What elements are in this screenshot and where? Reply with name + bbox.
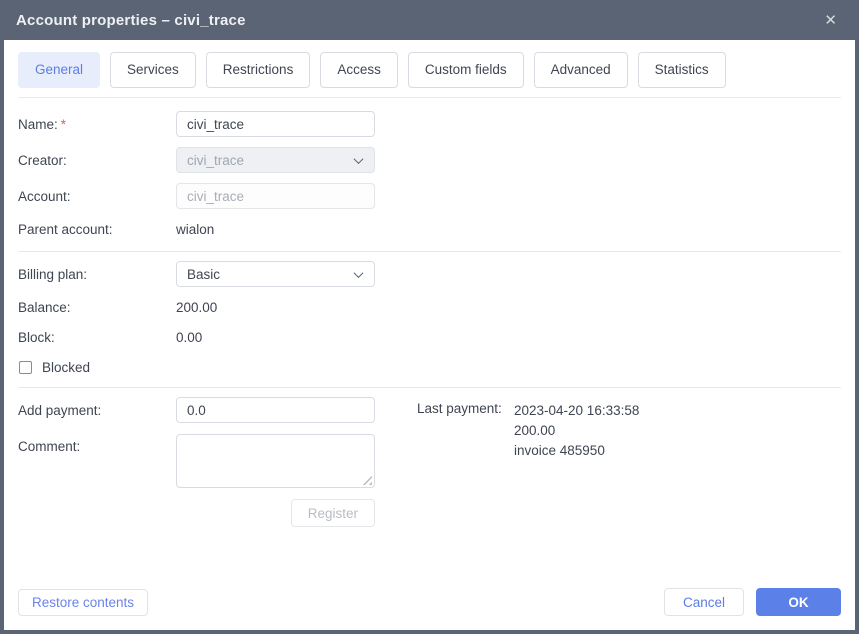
balance-label: Balance: xyxy=(18,299,71,315)
billing-plan-select[interactable]: Basic xyxy=(176,261,375,287)
parent-account-row: Parent account: wialon xyxy=(18,219,841,239)
creator-row: Creator: civi_trace xyxy=(18,147,841,173)
account-properties-dialog: Account properties – civi_trace ✕ Genera… xyxy=(0,0,859,634)
tab-bar: General Services Restrictions Access Cus… xyxy=(4,40,855,88)
add-payment-input[interactable] xyxy=(176,397,375,423)
register-row: Register xyxy=(18,499,375,527)
divider-billing xyxy=(18,251,841,252)
dialog-title: Account properties – civi_trace xyxy=(16,11,246,29)
dialog-content: General Services Restrictions Access Cus… xyxy=(4,40,855,630)
blocked-label: Blocked xyxy=(42,359,91,375)
blocked-row: Blocked xyxy=(18,358,841,376)
dialog-footer: Restore contents Cancel OK xyxy=(18,588,841,616)
name-input[interactable] xyxy=(176,111,375,137)
comment-label: Comment: xyxy=(18,439,81,454)
add-payment-row: Add payment: xyxy=(18,397,375,423)
tab-access[interactable]: Access xyxy=(320,52,398,88)
register-button: Register xyxy=(290,499,375,527)
add-payment-label: Add payment: xyxy=(18,402,102,418)
general-form: Name:* Creator: civi_trace Account: Pare… xyxy=(4,111,855,527)
creator-select-value: civi_trace xyxy=(187,152,245,168)
tab-custom-fields[interactable]: Custom fields xyxy=(407,52,524,88)
cancel-button[interactable]: Cancel xyxy=(664,588,744,616)
chevron-down-icon xyxy=(353,267,364,278)
last-payment-label: Last payment: xyxy=(417,401,502,416)
payment-left-column: Add payment: Comment: Register xyxy=(18,397,375,527)
name-label: Name: * xyxy=(18,116,67,132)
required-asterisk: * xyxy=(60,116,67,132)
balance-value: 200.00 xyxy=(176,299,218,315)
tab-restrictions[interactable]: Restrictions xyxy=(205,52,311,88)
account-label: Account: xyxy=(18,188,71,204)
last-payment-amount: 200.00 xyxy=(514,423,556,438)
billing-plan-select-value: Basic xyxy=(187,266,221,282)
account-input xyxy=(176,183,375,209)
billing-plan-label: Billing plan: xyxy=(18,266,88,282)
tab-statistics[interactable]: Statistics xyxy=(637,52,726,88)
block-label: Block: xyxy=(18,329,55,345)
comment-row: Comment: xyxy=(18,434,375,488)
creator-label: Creator: xyxy=(18,152,67,168)
tab-advanced[interactable]: Advanced xyxy=(533,52,628,88)
comment-field-wrap xyxy=(176,434,375,488)
tab-general[interactable]: General xyxy=(18,52,101,88)
payment-section: Add payment: Comment: Register xyxy=(18,397,841,527)
last-payment-block: Last payment: 2023-04-20 16:33:58 200.00… xyxy=(417,397,639,461)
last-payment-values: 2023-04-20 16:33:58 200.00 invoice 48595… xyxy=(514,401,639,461)
divider-payment xyxy=(18,387,841,388)
ok-button[interactable]: OK xyxy=(756,588,841,616)
parent-account-label: Parent account: xyxy=(18,221,113,237)
divider-top xyxy=(18,97,841,98)
last-payment-datetime: 2023-04-20 16:33:58 xyxy=(514,403,640,418)
creator-select: civi_trace xyxy=(176,147,375,173)
name-row: Name: * xyxy=(18,111,841,137)
dialog-titlebar: Account properties – civi_trace ✕ xyxy=(4,0,855,40)
parent-account-value: wialon xyxy=(176,221,215,237)
blocked-checkbox[interactable] xyxy=(19,360,32,374)
tab-services[interactable]: Services xyxy=(110,52,196,88)
block-value: 0.00 xyxy=(176,329,203,345)
block-row: Block: 0.00 xyxy=(18,327,841,347)
chevron-down-icon xyxy=(353,153,364,164)
balance-row: Balance: 200.00 xyxy=(18,297,841,317)
billing-plan-row: Billing plan: Basic xyxy=(18,261,841,287)
comment-textarea[interactable] xyxy=(176,434,375,488)
close-icon[interactable]: ✕ xyxy=(818,11,843,30)
restore-contents-button[interactable]: Restore contents xyxy=(18,588,149,616)
last-payment-invoice: invoice 485950 xyxy=(514,443,605,458)
account-row: Account: xyxy=(18,183,841,209)
